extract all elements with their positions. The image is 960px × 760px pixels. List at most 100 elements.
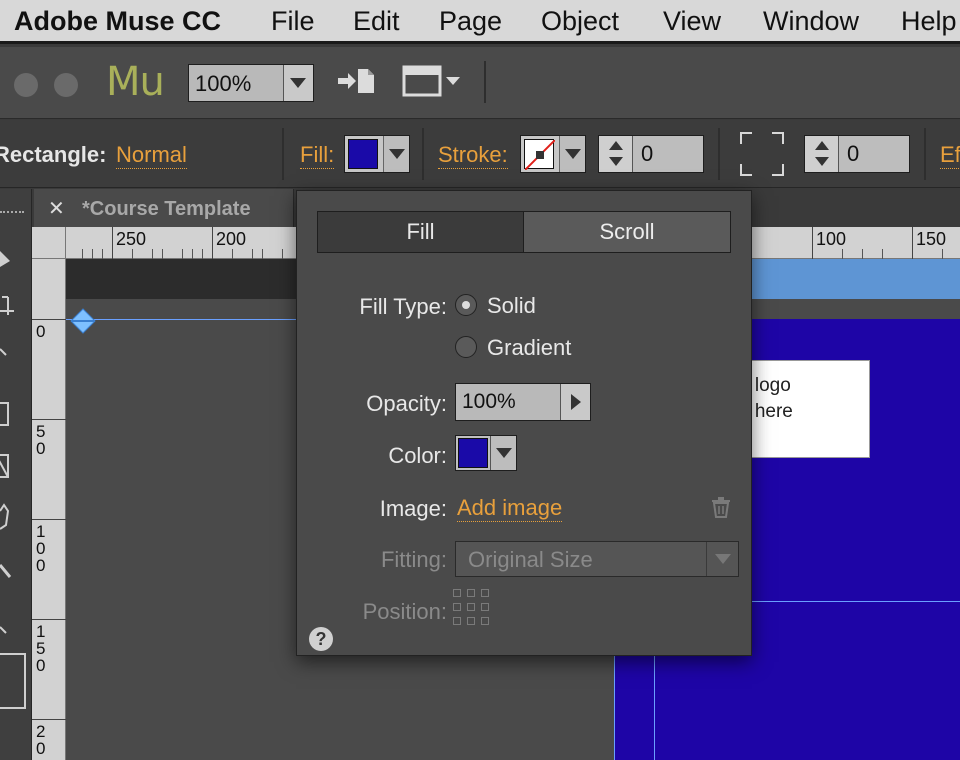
color-picker-button[interactable]: [455, 435, 517, 471]
arrow-tool-icon[interactable]: [0, 619, 22, 655]
window-minimize-dot[interactable]: [54, 73, 78, 97]
chevron-down-icon: [565, 149, 581, 159]
muse-logo: Mu: [106, 59, 165, 105]
menu-view[interactable]: View: [663, 6, 721, 37]
menu-edit[interactable]: Edit: [353, 6, 400, 37]
ruler-label: 1 5 0: [36, 622, 46, 675]
help-icon[interactable]: ?: [309, 627, 333, 651]
window-close-dot[interactable]: [14, 73, 38, 97]
ruler-label: 2 0: [36, 722, 46, 758]
fitting-value: Original Size: [468, 547, 593, 572]
browser-fill-highlight: [752, 259, 960, 299]
chevron-down-icon: [609, 157, 623, 166]
stroke-none-swatch: [524, 139, 555, 170]
chevron-down-icon: [496, 448, 512, 458]
eyedropper-tool-icon[interactable]: [0, 559, 22, 595]
close-tab-icon[interactable]: ✕: [48, 196, 65, 221]
chevron-down-icon: [715, 554, 731, 564]
zoom-value: 100%: [195, 71, 252, 96]
opacity-slider-button[interactable]: [560, 384, 590, 420]
fill-dropdown-button[interactable]: [383, 136, 409, 172]
position-grid-icon[interactable]: [453, 589, 491, 627]
corner-radius-icon[interactable]: [740, 132, 784, 176]
document-tab[interactable]: ✕ *Course Template: [34, 189, 294, 227]
option-solid-label[interactable]: Solid: [487, 293, 536, 319]
menu-app-name[interactable]: Adobe Muse CC: [14, 6, 221, 37]
preview-page-icon[interactable]: [336, 65, 376, 104]
ruler-corner: [32, 227, 66, 259]
chevron-down-icon: [815, 157, 829, 166]
effects-link[interactable]: Ef: [940, 142, 960, 169]
fill-link[interactable]: Fill:: [300, 142, 335, 169]
trash-icon[interactable]: [709, 495, 733, 519]
opacity-label: Opacity:: [366, 391, 447, 416]
app-bar: Mu 100%: [0, 47, 960, 119]
ruler-label: 0: [36, 322, 46, 341]
control-divider: [282, 128, 284, 180]
fill-stroke-swap-icon[interactable]: [0, 653, 26, 709]
fitting-dropdown-button[interactable]: [706, 542, 738, 576]
browser-preview-icon[interactable]: [402, 63, 464, 106]
add-image-link[interactable]: Add image: [457, 495, 563, 522]
menu-page[interactable]: Page: [439, 6, 502, 37]
stepper-arrows[interactable]: [599, 136, 633, 172]
chevron-right-icon: [571, 394, 581, 410]
selection-tool-icon[interactable]: [0, 245, 22, 281]
vertical-ruler[interactable]: 0 5 0 1 0 0 1 5 0 2 0: [32, 259, 66, 760]
zoom-select[interactable]: 100%: [188, 64, 314, 102]
element-type-label: Rectangle:: [0, 142, 107, 167]
frame-tool-icon[interactable]: [0, 451, 22, 487]
color-label: Color:: [388, 443, 447, 468]
opacity-value: 100%: [462, 390, 516, 413]
muse-window: Adobe Muse CC File Edit Page Object View…: [0, 0, 960, 760]
logo-placeholder[interactable]: e logo p here: [739, 360, 870, 458]
color-dropdown-button[interactable]: [490, 436, 516, 470]
crop-tool-icon[interactable]: [0, 293, 22, 329]
stepper-arrows[interactable]: [805, 136, 839, 172]
menu-help[interactable]: Help: [901, 6, 957, 37]
menu-object[interactable]: Object: [541, 6, 619, 37]
fill-panel: Fill Scroll Fill Type: Solid Gradient Op…: [296, 190, 752, 656]
stroke-width-stepper[interactable]: 0: [598, 135, 704, 173]
toolbar-divider: [484, 61, 486, 103]
menu-bar: Adobe Muse CC File Edit Page Object View…: [0, 0, 960, 44]
fill-scroll-tabs: Fill Scroll: [317, 211, 731, 253]
fitting-select[interactable]: Original Size: [455, 541, 739, 577]
zoom-dropdown-button[interactable]: [283, 65, 313, 101]
tools-panel: [0, 189, 32, 760]
page-top-handle-icon[interactable]: [70, 308, 96, 334]
hand-tool-icon[interactable]: [0, 501, 22, 541]
chevron-down-icon: [290, 78, 306, 88]
fill-type-label: Fill Type:: [359, 294, 447, 319]
opacity-input[interactable]: 100%: [455, 383, 591, 421]
blend-mode-link[interactable]: Normal: [116, 142, 187, 169]
fill-color-swatch: [348, 139, 378, 169]
control-divider: [422, 128, 424, 180]
corner-radius-value: 0: [847, 141, 860, 166]
corner-radius-stepper[interactable]: 0: [804, 135, 910, 173]
control-divider: [924, 128, 926, 180]
stroke-link[interactable]: Stroke:: [438, 142, 508, 169]
ruler-label: 5 0: [36, 422, 46, 458]
chevron-up-icon: [815, 141, 829, 150]
menu-window[interactable]: Window: [763, 6, 859, 37]
control-bar: Rectangle: Normal Fill: Stroke: 0 0 Ef: [0, 120, 960, 188]
document-name: *Course Template: [82, 198, 251, 220]
radio-solid[interactable]: [455, 294, 477, 316]
tab-scroll[interactable]: Scroll: [524, 212, 730, 252]
control-divider: [718, 128, 720, 180]
image-label: Image:: [379, 496, 447, 521]
ruler-label: 250: [116, 229, 147, 249]
rectangle-tool-icon[interactable]: [0, 399, 22, 435]
option-gradient-label[interactable]: Gradient: [487, 335, 571, 361]
fitting-label: Fitting:: [380, 547, 447, 572]
zoom-tool-icon[interactable]: [0, 339, 22, 375]
fill-swatch-button[interactable]: [344, 135, 410, 173]
radio-gradient[interactable]: [455, 336, 477, 358]
ruler-label: 200: [216, 229, 247, 249]
menu-file[interactable]: File: [271, 6, 315, 37]
tab-fill[interactable]: Fill: [318, 212, 524, 252]
panel-grip: [0, 211, 24, 215]
stroke-dropdown-button[interactable]: [559, 136, 585, 172]
stroke-swatch-button[interactable]: [520, 135, 586, 173]
